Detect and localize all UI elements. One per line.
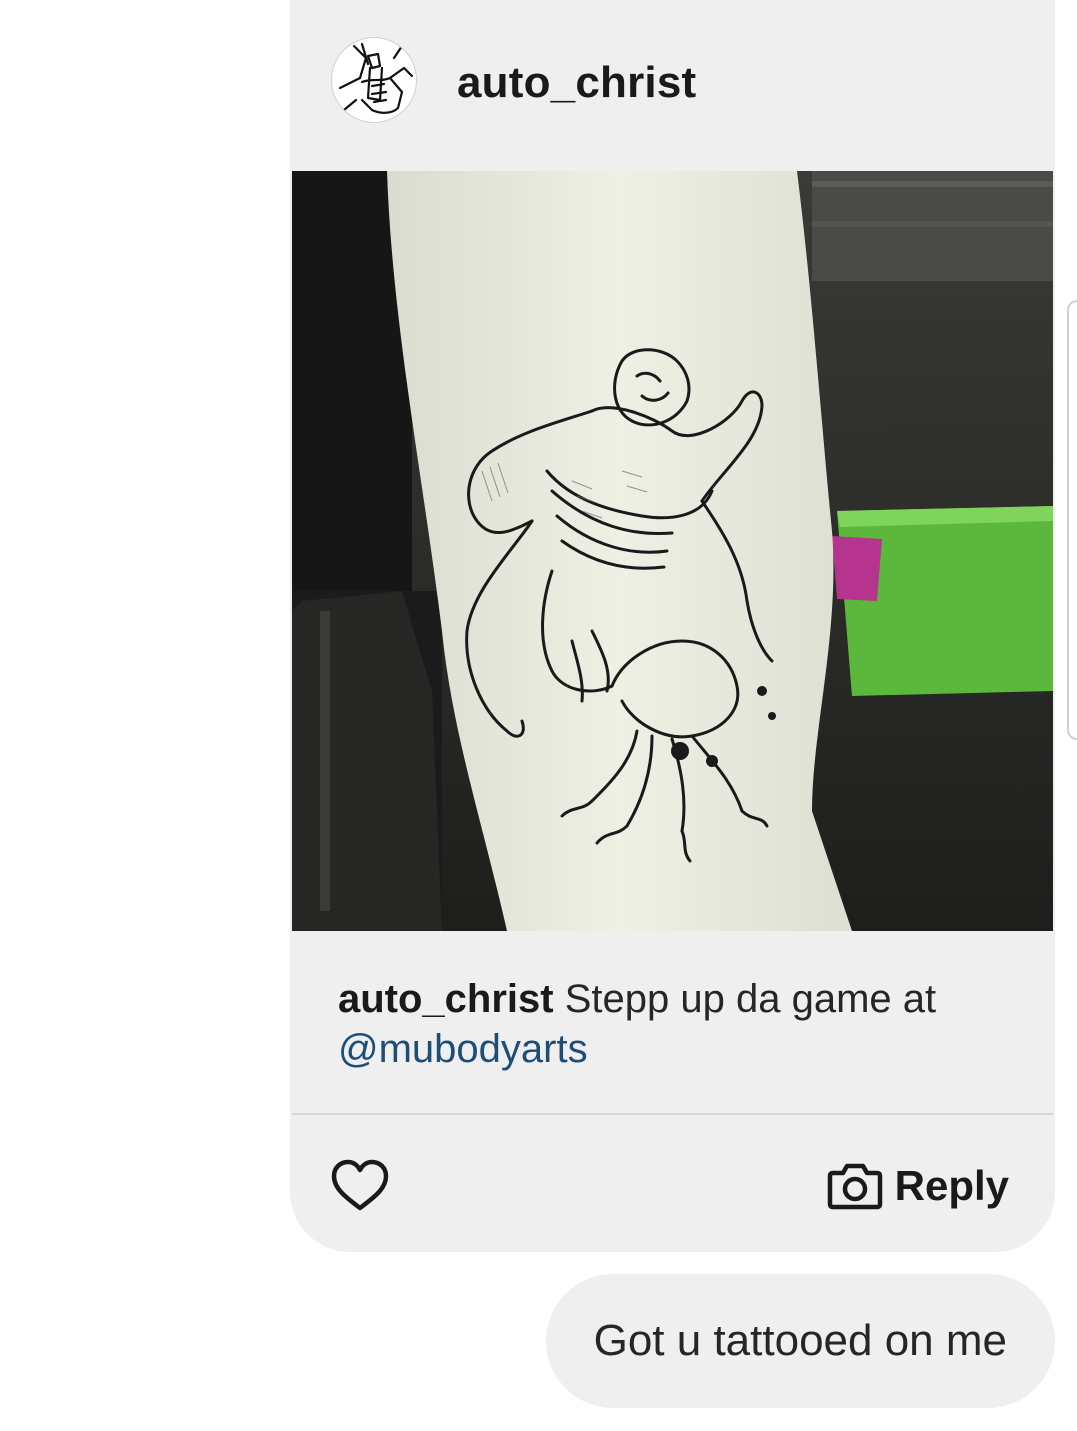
reply-label: Reply bbox=[894, 1162, 1009, 1209]
post-author-name[interactable]: auto_christ bbox=[457, 58, 696, 108]
message-text: Got u tattooed on me bbox=[593, 1316, 1007, 1365]
tattoo-photo-illustration bbox=[292, 171, 1053, 931]
edge-panel-handle[interactable] bbox=[1067, 300, 1077, 740]
author-avatar[interactable] bbox=[331, 37, 417, 123]
post-header[interactable]: auto_christ bbox=[290, 0, 1055, 170]
heart-icon bbox=[331, 1159, 389, 1211]
hand-holding-tool-sketch-icon bbox=[338, 42, 414, 114]
caption-mention-link[interactable]: @mubodyarts bbox=[338, 1027, 588, 1071]
dm-thread: auto_christ auto_christ Stepp up da game… bbox=[0, 0, 1077, 1431]
reply-button[interactable]: Reply bbox=[827, 1156, 1009, 1216]
post-caption: auto_christ Stepp up da game at @mubodya… bbox=[338, 974, 1018, 1074]
like-button[interactable] bbox=[330, 1158, 390, 1214]
shared-post-card[interactable]: auto_christ auto_christ Stepp up da game… bbox=[290, 0, 1055, 1252]
post-divider bbox=[292, 1113, 1053, 1115]
outgoing-message-bubble[interactable]: Got u tattooed on me bbox=[545, 1274, 1055, 1408]
tattoo-photo[interactable] bbox=[292, 171, 1053, 931]
caption-username[interactable]: auto_christ bbox=[338, 977, 554, 1021]
caption-text: Stepp up da game at bbox=[553, 977, 937, 1021]
camera-icon bbox=[827, 1163, 882, 1210]
